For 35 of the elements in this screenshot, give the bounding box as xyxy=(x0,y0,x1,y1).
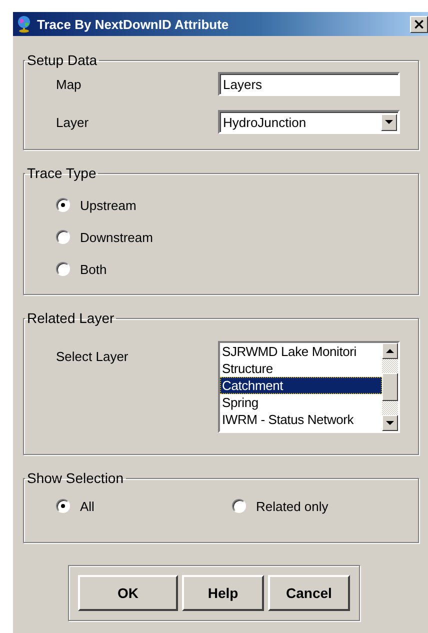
globe-icon xyxy=(16,15,32,33)
list-item[interactable]: Structure xyxy=(220,360,382,377)
scroll-down-icon[interactable] xyxy=(382,415,398,431)
field-label: Map xyxy=(56,76,82,92)
layer-dropdown[interactable]: HydroJunction xyxy=(218,110,400,134)
radio-button[interactable] xyxy=(56,499,70,513)
list-item[interactable]: Spring xyxy=(220,394,382,411)
field-label: Select Layer xyxy=(56,348,130,364)
group-title: Show Selection xyxy=(26,470,125,486)
list-item[interactable]: SJRWMD Lake Monitori xyxy=(220,343,382,360)
group-title: Trace Type xyxy=(26,165,98,181)
group-title: Related Layer xyxy=(26,310,116,326)
dialog-button[interactable]: OK xyxy=(78,575,178,611)
list-item[interactable]: Catchment xyxy=(220,377,382,394)
radio-button[interactable] xyxy=(56,198,70,212)
radio-button[interactable] xyxy=(232,499,246,513)
radio-label[interactable]: Both xyxy=(80,262,107,276)
list-item[interactable]: IWRM - Status Network xyxy=(220,411,382,428)
radio-button[interactable] xyxy=(56,262,70,276)
window-title: Trace By NextDownID Attribute xyxy=(37,16,230,32)
scroll-up-icon[interactable] xyxy=(382,343,398,359)
field-label: Layer xyxy=(56,114,90,130)
dialog-button[interactable]: Cancel xyxy=(268,575,350,611)
radio-button[interactable] xyxy=(56,230,70,244)
radio-label[interactable]: Related only xyxy=(256,498,328,514)
close-button[interactable]: × xyxy=(410,16,428,32)
radio-label[interactable]: All xyxy=(80,498,94,514)
map-field[interactable]: Layers xyxy=(218,72,400,96)
dialog-button[interactable]: Help xyxy=(182,575,264,611)
group-title: Setup Data xyxy=(26,52,98,68)
scroll-thumb[interactable] xyxy=(382,373,398,401)
layer-list[interactable]: SJRWMD Lake Monitori Structure Catchment Spring IWRM - Status Network xyxy=(218,341,400,433)
radio-label[interactable]: Downstream xyxy=(80,230,153,244)
radio-label[interactable]: Upstream xyxy=(80,198,136,212)
scrollbar[interactable] xyxy=(382,343,398,431)
